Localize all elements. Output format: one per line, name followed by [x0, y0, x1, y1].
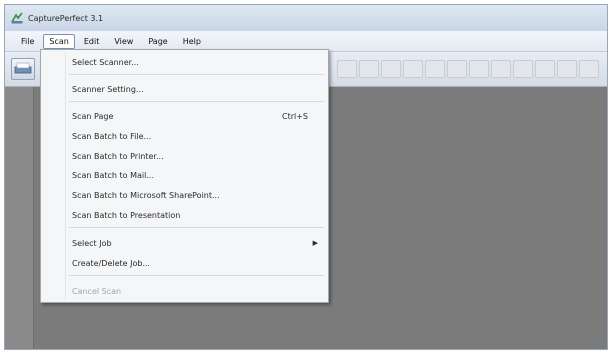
menu-item-scan-batch-to-file[interactable]: Scan Batch to File... — [41, 128, 328, 144]
menu-item-scanner-setting[interactable]: Scanner Setting... — [41, 81, 328, 97]
scan-page-shortcut: Ctrl+S — [281, 111, 308, 121]
menu-view[interactable]: View — [108, 34, 139, 49]
scanner-icon — [14, 62, 32, 74]
menu-file[interactable]: File — [15, 34, 40, 49]
menu-separator — [69, 74, 324, 75]
menu-edit[interactable]: Edit — [78, 34, 106, 49]
submenu-arrow-icon: ▶ — [312, 239, 318, 247]
toolbar-button-3[interactable] — [381, 60, 401, 78]
scan-menu-dropdown: Select Scanner... Scanner Setting... Sca… — [40, 49, 329, 303]
toolbar-button-8[interactable] — [491, 60, 511, 78]
menu-item-scan-batch-to-printer[interactable]: Scan Batch to Printer... — [41, 148, 328, 164]
menu-item-scan-batch-to-sharepoint[interactable]: Scan Batch to Microsoft SharePoint... — [41, 187, 328, 203]
menu-separator — [69, 101, 324, 102]
capture-perfect-app-icon — [11, 12, 23, 24]
toolbar-button-2[interactable] — [359, 60, 379, 78]
toolbar-button-11[interactable] — [557, 60, 577, 78]
menu-item-create-delete-job[interactable]: Create/Delete Job... — [41, 255, 328, 271]
menu-separator — [69, 275, 324, 276]
toolbar-button-6[interactable] — [447, 60, 467, 78]
menu-item-scan-batch-to-presentation[interactable]: Scan Batch to Presentation — [41, 207, 328, 223]
title-bar: CapturePerfect 3.1 — [5, 5, 607, 31]
toolbar-button-5[interactable] — [425, 60, 445, 78]
menu-item-scan-batch-to-mail[interactable]: Scan Batch to Mail... — [41, 167, 328, 183]
menu-item-cancel-scan: Cancel Scan — [72, 286, 122, 296]
toolbar-button-7[interactable] — [469, 60, 489, 78]
toolbar-button-9[interactable] — [513, 60, 533, 78]
toolbar-button-10[interactable] — [535, 60, 555, 78]
menu-item-select-scanner[interactable]: Select Scanner... — [41, 54, 328, 70]
toolbar-button-1[interactable] — [337, 60, 357, 78]
window-title: CapturePerfect 3.1 — [28, 13, 104, 23]
menu-help[interactable]: Help — [177, 34, 207, 49]
toolbar-button-4[interactable] — [403, 60, 423, 78]
thumbnail-panel — [5, 87, 34, 349]
menu-separator — [69, 227, 324, 228]
menu-page[interactable]: Page — [142, 34, 173, 49]
menu-item-select-job[interactable]: Select Job ▶ — [41, 235, 328, 251]
toolbar-button-12[interactable] — [579, 60, 599, 78]
menu-item-scan-page[interactable]: Scan Page Ctrl+S — [41, 108, 328, 124]
scan-toolbar-button[interactable] — [11, 58, 35, 80]
menu-scan[interactable]: Scan — [43, 33, 75, 49]
